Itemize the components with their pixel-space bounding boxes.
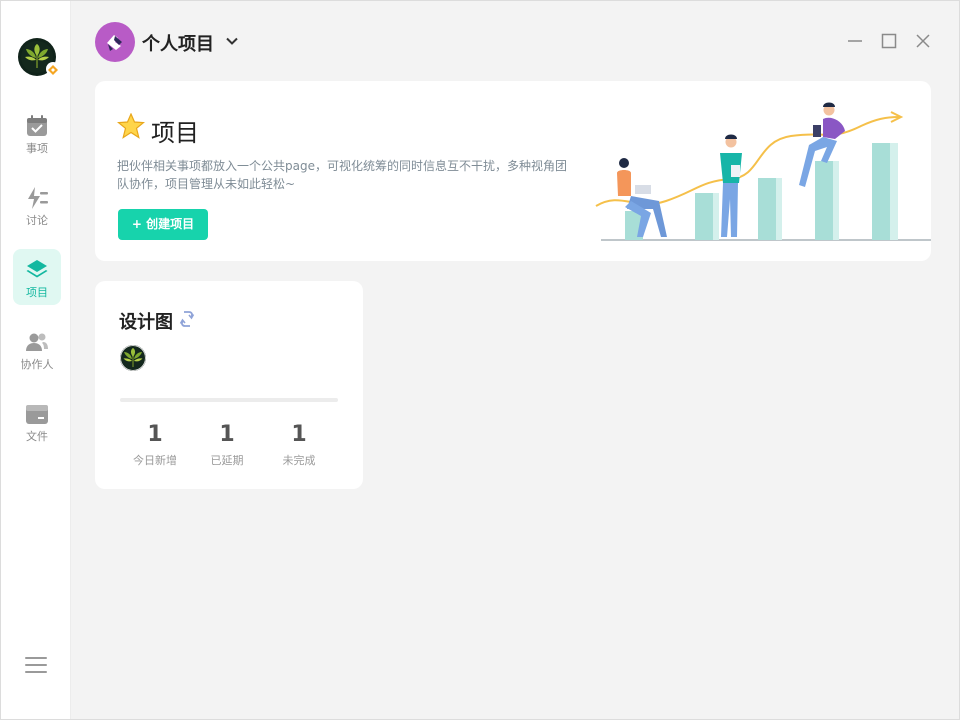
star-icon [117, 113, 145, 139]
handshake-icon [107, 35, 122, 51]
sidebar-item-tasks[interactable]: 事项 [13, 105, 61, 161]
lightning-discussion-icon [28, 187, 48, 209]
sidebar-item-label: 事项 [26, 142, 48, 155]
stat-label: 今日新增 [133, 454, 177, 467]
sidebar-item-label: 文件 [26, 430, 48, 443]
hamburger-menu-icon[interactable] [25, 657, 47, 675]
create-project-button[interactable]: + 创建项目 [118, 209, 208, 240]
page-title: 项目 [151, 119, 199, 147]
banner-description: 把伙伴相关事项都放入一个公共page，可视化统筹的同时信息互不干扰，多种视角团队… [117, 159, 567, 191]
project-selector-title[interactable]: 个人项目 [142, 30, 214, 56]
project-logo[interactable] [95, 22, 135, 62]
stat-value: 1 [291, 422, 307, 447]
sync-arrows-icon [179, 311, 195, 327]
app-window: 事项 讨论 项目 协作人 文件 个人项目 项目 把伙伴相关事项都放入一个公共pa… [0, 0, 960, 720]
stat-label: 未完成 [282, 454, 316, 467]
member-avatar [120, 345, 146, 371]
sidebar-item-files[interactable]: 文件 [13, 393, 61, 449]
calendar-check-icon [27, 115, 47, 136]
sidebar-item-label: 讨论 [26, 214, 48, 227]
vip-badge-icon [46, 62, 60, 76]
minimize-icon[interactable] [846, 32, 864, 50]
project-card-title: 设计图 [119, 312, 173, 333]
sidebar-item-label: 协作人 [20, 358, 54, 371]
stat-incomplete: 1 未完成 [269, 421, 329, 468]
chevron-down-icon[interactable] [225, 34, 239, 48]
user-avatar[interactable] [18, 38, 60, 76]
layers-icon [26, 260, 48, 278]
sidebar: 事项 讨论 项目 协作人 文件 [1, 1, 71, 719]
sidebar-item-label: 项目 [26, 286, 48, 299]
sidebar-item-discussion[interactable]: 讨论 [13, 177, 61, 233]
sidebar-item-projects[interactable]: 项目 [13, 249, 61, 305]
stat-value: 1 [147, 422, 163, 447]
maximize-icon[interactable] [880, 32, 898, 50]
project-progress-bar [120, 398, 338, 402]
close-icon[interactable] [914, 32, 932, 50]
users-icon [26, 333, 48, 351]
stat-value: 1 [219, 422, 235, 447]
sidebar-item-collaborators[interactable]: 协作人 [13, 321, 61, 377]
stat-overdue: 1 已延期 [197, 421, 257, 468]
projects-banner: 项目 把伙伴相关事项都放入一个公共page，可视化统筹的同时信息互不干扰，多种视… [95, 81, 931, 261]
stat-today-new: 1 今日新增 [125, 421, 185, 468]
growth-chart-illustration [595, 102, 931, 241]
folder-icon [26, 405, 48, 424]
project-card[interactable]: 设计图 1 今日新增 1 已延期 1 未完成 [95, 281, 363, 489]
stat-label: 已延期 [210, 454, 244, 467]
